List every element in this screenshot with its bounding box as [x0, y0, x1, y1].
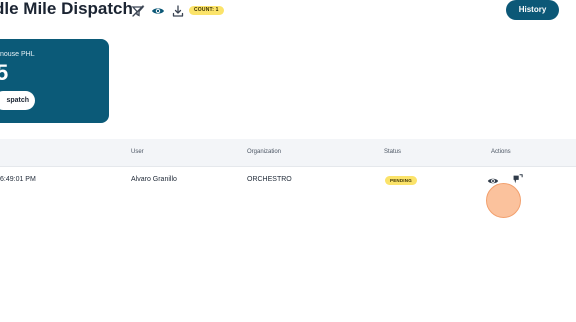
count-badge: COUNT: 1: [189, 6, 224, 15]
column-header-user: User: [131, 149, 144, 155]
eye-icon[interactable]: [151, 4, 165, 18]
warehouse-card[interactable]: nouse PHL 5 spatch: [0, 39, 109, 123]
filter-off-icon[interactable]: [131, 4, 145, 18]
row-user: Alvaro Granillo: [131, 176, 177, 183]
column-header-status: Status: [384, 149, 402, 155]
row-time: 6:49:01 PM: [0, 176, 36, 183]
warehouse-label: nouse PHL: [0, 51, 35, 58]
status-badge: PENDING: [385, 176, 417, 185]
row-organization: ORCHESTRO: [247, 176, 292, 183]
download-icon[interactable]: [171, 4, 185, 18]
history-button[interactable]: History: [506, 0, 559, 20]
dispatch-table: User Organization Status Actions: [0, 139, 576, 167]
page-title: dle Mile Dispatch: [0, 0, 133, 18]
column-header-organization: Organization: [247, 149, 282, 155]
column-header-actions: Actions: [491, 149, 511, 155]
click-cursor-indicator: [486, 183, 521, 218]
warehouse-count: 5: [0, 60, 9, 85]
assign-icon[interactable]: [511, 173, 523, 185]
dispatch-button[interactable]: spatch: [0, 91, 35, 110]
page-header: dle Mile Dispatch COUNT: 1 History: [0, 0, 576, 24]
table-header: User Organization Status Actions: [0, 139, 576, 167]
